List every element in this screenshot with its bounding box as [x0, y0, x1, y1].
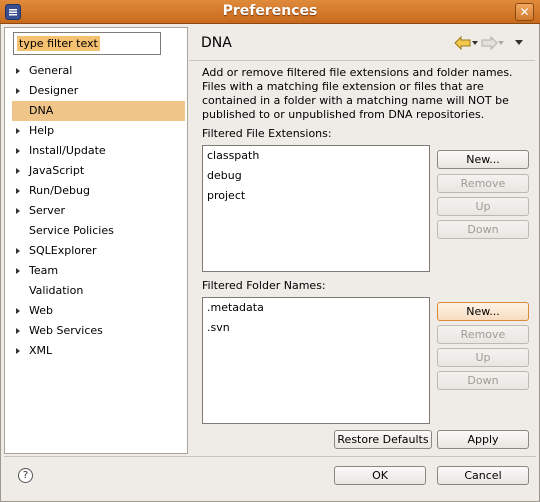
preferences-tree-panel: type filter text GeneralDesignerDNAHelpI… [4, 27, 188, 454]
tree-item-label: General [29, 64, 73, 77]
tree-item-label: Team [29, 264, 59, 277]
tree-item-team[interactable]: Team [5, 261, 187, 281]
folder-down-button[interactable]: Down [437, 371, 529, 390]
title-bar[interactable]: Preferences ✕ [0, 0, 540, 24]
tree-item-dna[interactable]: DNA [12, 101, 185, 121]
expand-arrow-icon[interactable] [16, 88, 20, 94]
tree-item-label: Server [29, 204, 66, 217]
apply-label: Apply [467, 433, 499, 446]
file-ext-down-button[interactable]: Down [437, 220, 529, 239]
folder-new-label: New... [466, 305, 500, 318]
file-ext-up-button[interactable]: Up [437, 197, 529, 216]
tree-item-label: SQLExplorer [29, 244, 97, 257]
tree-item-sqlexplorer[interactable]: SQLExplorer [5, 241, 187, 261]
cancel-label: Cancel [464, 469, 502, 482]
tree-item-validation[interactable]: Validation [5, 281, 187, 301]
tree-item-label: Install/Update [29, 144, 106, 157]
tree-item-help[interactable]: Help [5, 121, 187, 141]
file-extensions-label: Filtered File Extensions: [202, 127, 332, 140]
file-ext-new-button[interactable]: New... [437, 150, 529, 169]
tree-item-label: Run/Debug [29, 184, 90, 197]
expand-arrow-icon[interactable] [16, 68, 20, 74]
back-dropdown-icon[interactable] [472, 41, 478, 45]
restore-defaults-button[interactable]: Restore Defaults [334, 430, 432, 449]
cancel-button[interactable]: Cancel [437, 466, 529, 485]
tree-item-label: Validation [29, 284, 84, 297]
tree-item-run-debug[interactable]: Run/Debug [5, 181, 187, 201]
tree-item-general[interactable]: General [5, 61, 187, 81]
tree-item-label: Web [29, 304, 53, 317]
expand-arrow-icon[interactable] [16, 208, 20, 214]
folder-remove-label: Remove [460, 328, 506, 341]
expand-arrow-icon[interactable] [16, 188, 20, 194]
tree-item-label: Service Policies [29, 224, 114, 237]
preferences-tree: General Designer DNA Help Install/Update Java… [5, 61, 187, 361]
tree-item-label: Help [29, 124, 55, 137]
view-menu-icon[interactable] [515, 40, 523, 45]
tree-item-service-policies[interactable]: Service Policies [5, 221, 187, 241]
file-ext-up-label: Up [475, 200, 491, 213]
folder-name-item[interactable]: .metadata [203, 298, 429, 318]
header-separator [189, 60, 535, 61]
expand-arrow-icon[interactable] [16, 328, 20, 334]
tree-item-label: DNA [29, 104, 54, 117]
tree-item-label: XML [29, 344, 53, 357]
tree-item-javascript[interactable]: JavaScript [5, 161, 187, 181]
tree-item-web-services[interactable]: Web Services [5, 321, 187, 341]
file-ext-new-label: New... [466, 153, 500, 166]
page-title: DNA [201, 35, 232, 51]
footer-separator [4, 456, 536, 457]
file-extension-item[interactable]: debug [203, 166, 429, 186]
folder-name-item[interactable]: .svn [203, 318, 429, 338]
forward-arrow-icon [481, 36, 498, 50]
folder-up-button[interactable]: Up [437, 348, 529, 367]
file-extension-item[interactable]: project [203, 186, 429, 206]
expand-arrow-icon[interactable] [16, 308, 20, 314]
expand-arrow-icon[interactable] [16, 148, 20, 154]
expand-arrow-icon[interactable] [16, 268, 20, 274]
folder-up-label: Up [475, 351, 491, 364]
file-ext-remove-label: Remove [460, 177, 506, 190]
folder-remove-button[interactable]: Remove [437, 325, 529, 344]
file-ext-remove-button[interactable]: Remove [437, 174, 529, 193]
back-arrow-icon[interactable] [454, 36, 472, 50]
file-extensions-list[interactable]: classpath debug project [202, 145, 430, 272]
expand-arrow-icon[interactable] [16, 128, 20, 134]
folder-names-list[interactable]: .metadata .svn [202, 297, 430, 424]
folder-names-label: Filtered Folder Names: [202, 279, 326, 292]
close-window-button[interactable]: ✕ [515, 3, 534, 21]
page-header: DNA [189, 27, 535, 60]
expand-arrow-icon[interactable] [16, 248, 20, 254]
tree-item-install-update[interactable]: Install/Update [5, 141, 187, 161]
filter-input[interactable] [13, 32, 161, 55]
ok-button[interactable]: OK [334, 466, 426, 485]
expand-arrow-icon[interactable] [16, 168, 20, 174]
restore-defaults-label: Restore Defaults [337, 433, 429, 446]
forward-dropdown-icon [498, 41, 504, 45]
tree-item-web[interactable]: Web [5, 301, 187, 321]
tree-item-label: Designer [29, 84, 79, 97]
folder-down-label: Down [467, 374, 499, 387]
tree-item-label: Web Services [29, 324, 103, 337]
ok-label: OK [372, 469, 388, 482]
help-icon[interactable]: ? [18, 468, 33, 483]
tree-item-xml[interactable]: XML [5, 341, 187, 361]
apply-button[interactable]: Apply [437, 430, 529, 449]
file-extension-item[interactable]: classpath [203, 146, 429, 166]
tree-item-server[interactable]: Server [5, 201, 187, 221]
expand-arrow-icon[interactable] [16, 348, 20, 354]
folder-new-button[interactable]: New... [437, 302, 529, 321]
tree-item-designer[interactable]: Designer [5, 81, 187, 101]
tree-item-label: JavaScript [29, 164, 85, 177]
window-title: Preferences [222, 3, 318, 19]
file-ext-down-label: Down [467, 223, 499, 236]
page-description: Add or remove filtered file extensions a… [202, 66, 513, 121]
